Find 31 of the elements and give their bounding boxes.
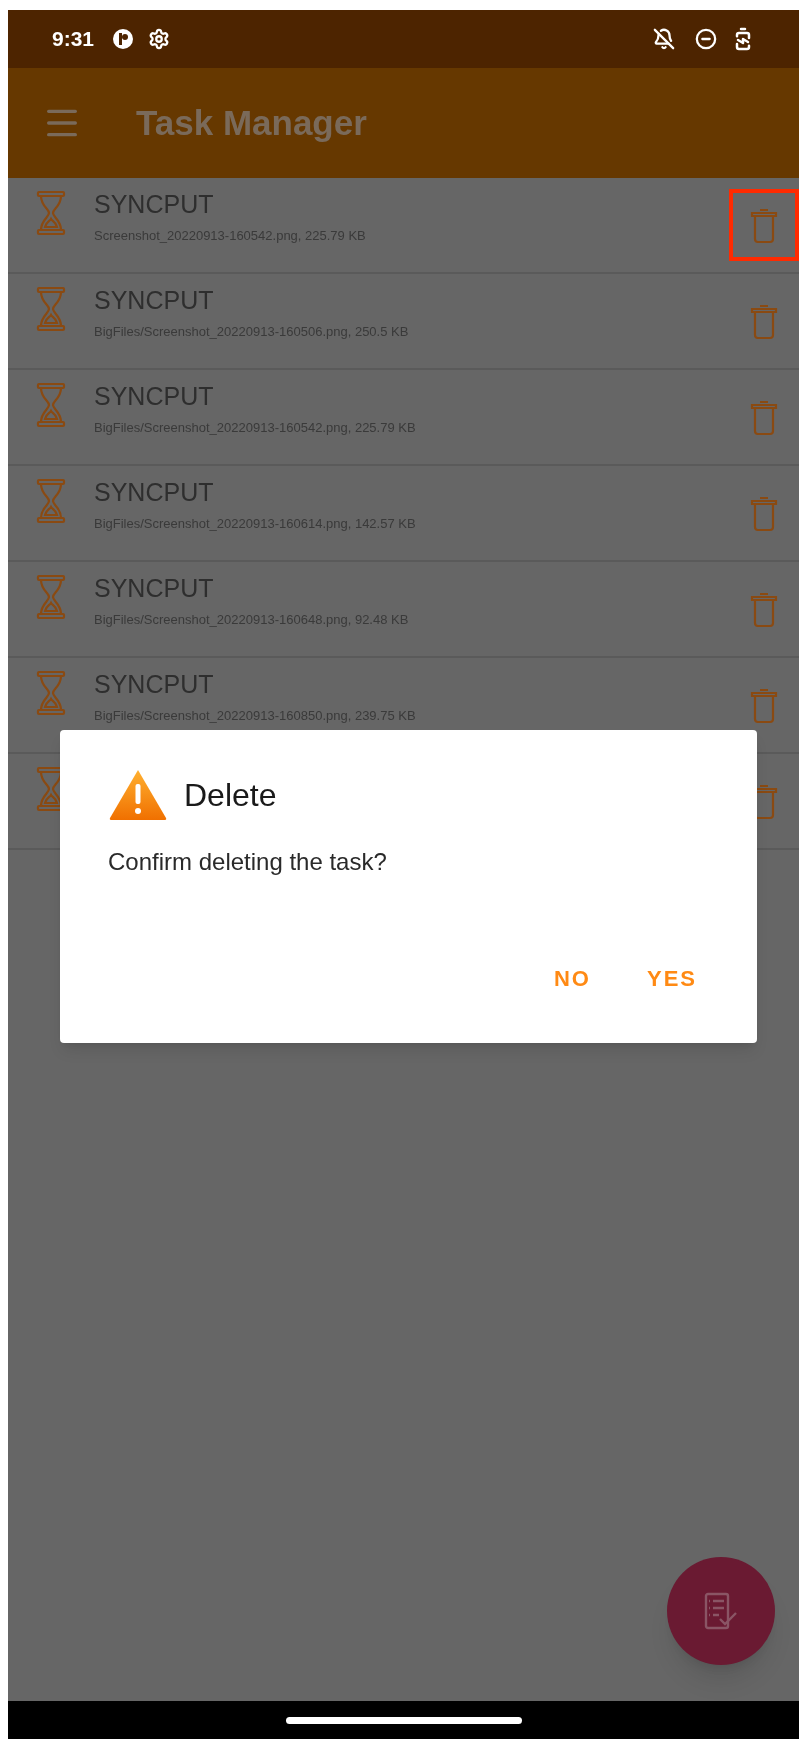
home-indicator[interactable] xyxy=(285,1716,522,1724)
trash-icon xyxy=(750,206,778,244)
do-not-disturb-icon xyxy=(695,28,717,50)
checklist-icon xyxy=(703,1591,739,1631)
hourglass-icon xyxy=(36,574,66,620)
status-time: 9:31 xyxy=(52,26,95,53)
hourglass-icon xyxy=(36,670,66,716)
task-title: SYNCPUT xyxy=(94,669,215,700)
trash-icon xyxy=(750,302,778,340)
trash-icon xyxy=(750,494,778,532)
hourglass-icon xyxy=(36,382,66,428)
app-status-icon xyxy=(112,28,135,50)
task-title: SYNCPUT xyxy=(94,477,215,508)
dialog-title: Delete xyxy=(184,776,277,815)
dialog-button[interactable]: NO xyxy=(545,956,599,1001)
hourglass-icon xyxy=(36,286,66,332)
hourglass-icon xyxy=(36,190,66,236)
task-title: SYNCPUT xyxy=(94,285,215,316)
settings-icon xyxy=(148,28,171,50)
trash-icon xyxy=(750,686,778,724)
warning-icon xyxy=(108,768,168,822)
app-title: Task Manager xyxy=(136,101,367,144)
task-title: SYNCPUT xyxy=(94,189,215,220)
trash-icon xyxy=(750,398,778,436)
task-title: SYNCPUT xyxy=(94,381,215,412)
task-title: SYNCPUT xyxy=(94,573,215,604)
dialog-button[interactable]: YES xyxy=(638,956,705,1001)
hourglass-icon xyxy=(36,478,66,524)
trash-icon xyxy=(750,590,778,628)
bell-off-icon xyxy=(653,28,675,50)
dialog-message: Confirm deleting the task? xyxy=(108,847,388,877)
